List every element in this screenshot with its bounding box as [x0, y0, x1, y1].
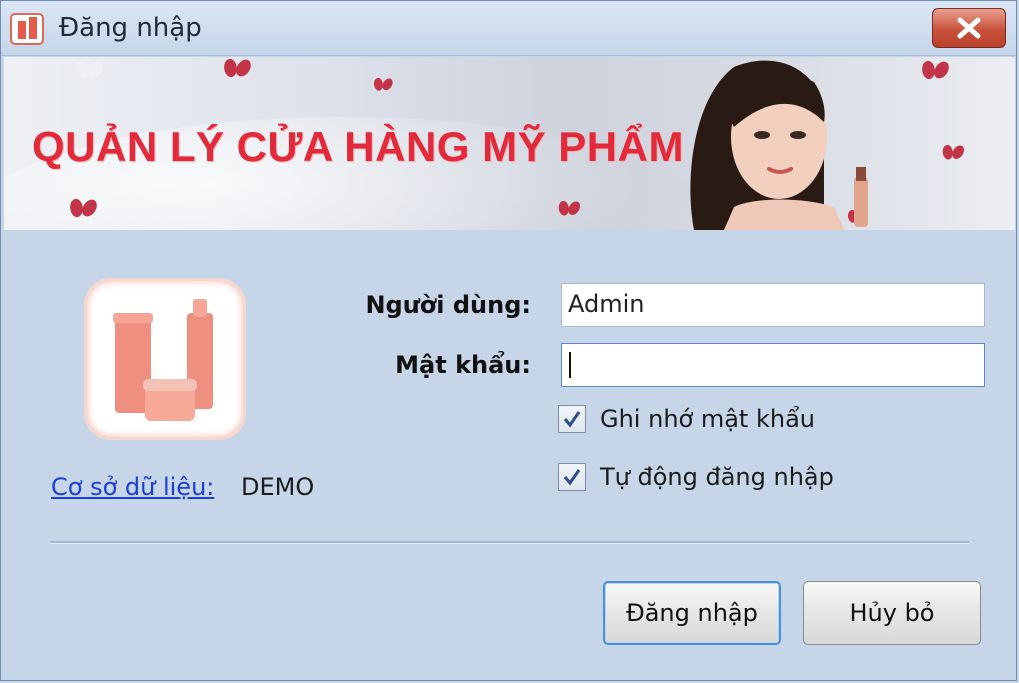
butterfly-icon — [224, 59, 250, 79]
database-value: DEMO — [241, 473, 315, 501]
cosmetics-logo — [87, 281, 243, 437]
butterfly-icon — [70, 199, 96, 219]
app-icon — [10, 13, 44, 45]
butterfly-icon — [76, 61, 102, 81]
auto-login-label: Tự động đăng nhập — [600, 463, 834, 491]
window-title: Đăng nhập — [59, 13, 202, 43]
username-label: Người dùng: — [365, 291, 531, 319]
login-form-area: Cơ sở dữ liệu: DEMO Người dùng: Admin Mậ… — [1, 231, 1016, 681]
model-image — [690, 60, 868, 230]
banner: QUẢN LÝ CỬA HÀNG MỸ PHẨM — [4, 57, 1015, 230]
close-icon — [957, 17, 981, 39]
password-label: Mật khẩu: — [395, 351, 531, 379]
auto-login-option[interactable]: Tự động đăng nhập — [558, 463, 834, 491]
remember-password-checkbox[interactable] — [558, 405, 586, 433]
title-bar: Đăng nhập — [1, 1, 1016, 56]
butterfly-icon — [943, 145, 964, 161]
checkmark-icon — [563, 411, 581, 428]
separator — [51, 541, 969, 544]
login-button[interactable]: Đăng nhập — [603, 581, 781, 645]
auto-login-checkbox[interactable] — [558, 463, 586, 491]
cancel-button[interactable]: Hủy bỏ — [803, 581, 981, 645]
login-dialog: Đăng nhập QUẢN LÝ CỬA HÀNG MỸ PHẨM Cơ sở… — [0, 0, 1017, 681]
password-input[interactable] — [561, 343, 985, 387]
remember-password-option[interactable]: Ghi nhớ mật khẩu — [558, 405, 815, 433]
banner-title: QUẢN LÝ CỬA HÀNG MỸ PHẨM — [32, 123, 684, 170]
butterfly-icon — [374, 78, 392, 92]
text-caret — [569, 352, 571, 378]
database-link[interactable]: Cơ sở dữ liệu: — [51, 473, 214, 501]
butterfly-icon — [559, 201, 580, 217]
close-button[interactable] — [932, 8, 1006, 48]
remember-password-label: Ghi nhớ mật khẩu — [600, 405, 815, 433]
butterfly-icon — [922, 61, 948, 81]
username-input[interactable]: Admin — [561, 283, 985, 327]
checkmark-icon — [563, 469, 581, 486]
